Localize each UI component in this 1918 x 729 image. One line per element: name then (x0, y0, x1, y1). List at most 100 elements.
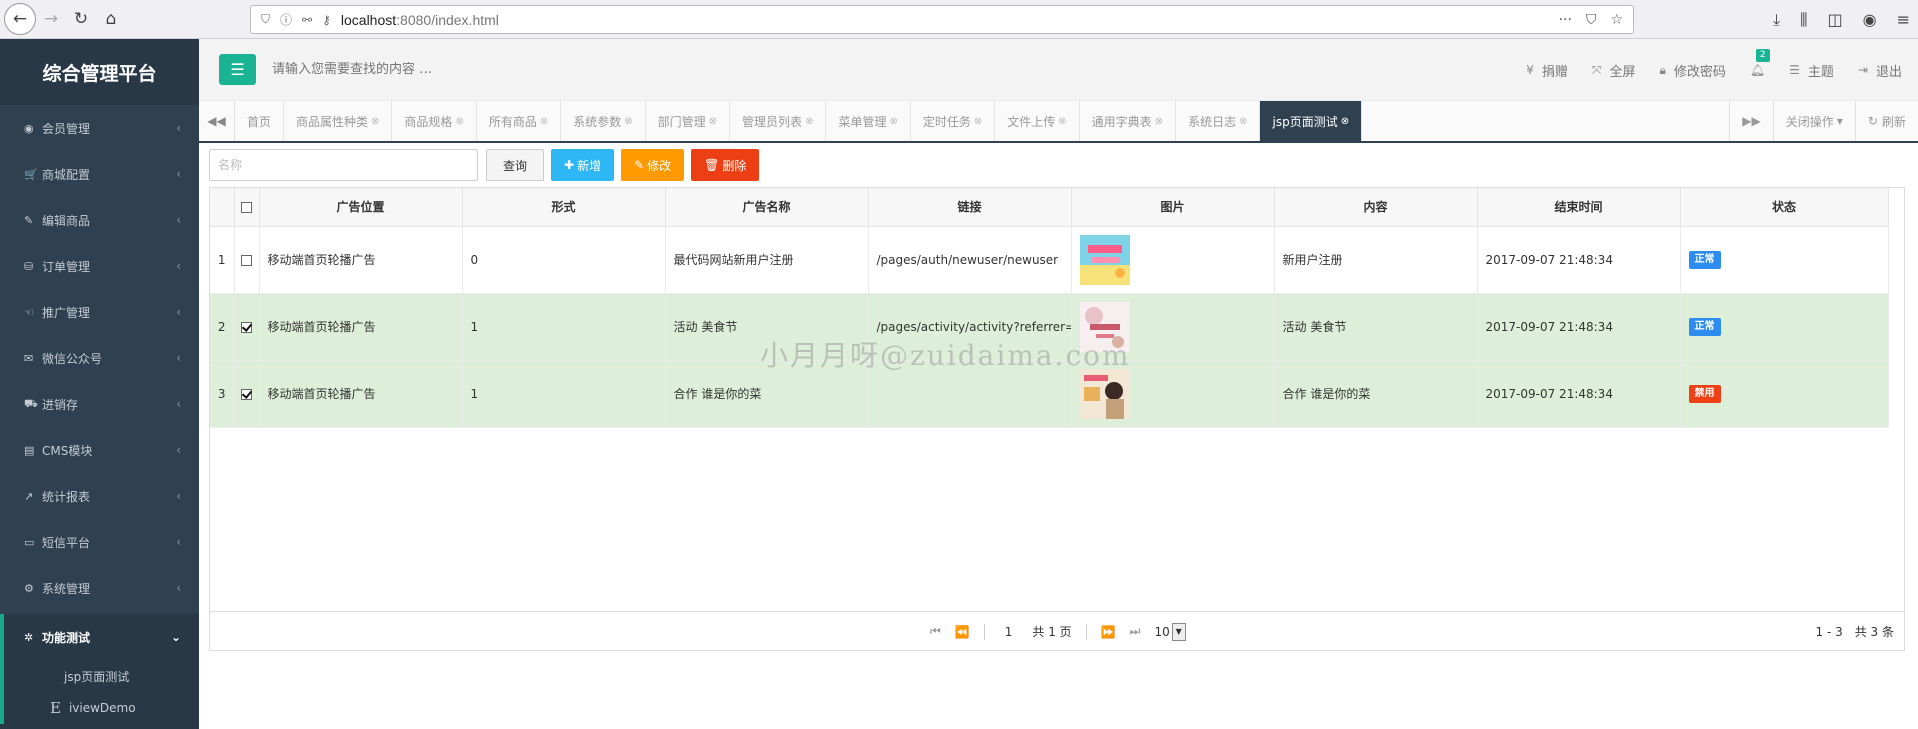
fullscreen-button[interactable]: ⤧ 全屏 (1592, 61, 1636, 80)
page-tab[interactable]: 系统参数 ⊗ (561, 101, 646, 141)
sidebar-item[interactable]: ◉ 会员管理 ‹ (0, 105, 199, 151)
table-row[interactable]: 2 移动端首页轮播广告 1 活动 美食节/pages/activity/activit… (210, 293, 1889, 361)
sidebar-item[interactable]: ⛁ 订单管理 ‹ (0, 243, 199, 289)
page-tab[interactable]: 管理员列表 ⊗ (730, 101, 827, 141)
first-page-icon[interactable]: ⏮ (930, 624, 941, 639)
page-tab[interactable]: 所有商品 ⊗ (477, 101, 562, 141)
column-header[interactable]: 图片 (1071, 188, 1275, 227)
url-text[interactable]: localhost:8080/index.html (341, 12, 499, 28)
sidebar-item[interactable]: ↗ 统计报表 ‹ (0, 473, 199, 519)
close-operations-dropdown[interactable]: 关闭操作 ▼ (1772, 101, 1855, 141)
page-tab[interactable]: 首页 (235, 101, 285, 141)
sidebar-item[interactable]: ▭ 短信平台 ‹ (0, 519, 199, 565)
global-search-input[interactable] (272, 62, 672, 77)
home-icon[interactable]: ⌂ (96, 4, 126, 34)
hamburger-menu-icon[interactable]: ≡ (1897, 10, 1910, 29)
page-tabs-bar: ◀◀ 首页 商品属性种类 ⊗ 商品规格 ⊗ 所有商品 ⊗ 系统参数 ⊗ 部门管理 ⊗ 管理员列表 ⊗ 菜单… (199, 101, 1918, 143)
prev-page-icon[interactable]: ⏪ (955, 625, 970, 639)
row-select-cell[interactable] (234, 293, 260, 361)
query-button[interactable]: 查询 (486, 149, 545, 181)
column-header[interactable]: 链接 (868, 188, 1072, 227)
page-tab[interactable]: 菜单管理 ⊗ (826, 101, 911, 141)
page-tab[interactable]: 部门管理 ⊗ (646, 101, 731, 141)
close-circle-icon[interactable]: ⊗ (1341, 116, 1349, 127)
column-header[interactable]: 内容 (1274, 188, 1478, 227)
tabs-scroll-left-button[interactable]: ◀◀ (199, 101, 235, 141)
select-all-checkbox[interactable] (241, 201, 252, 213)
page-tab[interactable]: 商品规格 ⊗ (392, 101, 477, 141)
name-search-input[interactable] (209, 149, 478, 181)
page-tab[interactable]: 商品属性种类 ⊗ (284, 101, 393, 141)
table-row[interactable]: 1 移动端首页轮播广告 0 最代码网站新用户注册/pages/auth/newuser… (210, 226, 1889, 294)
edit-button[interactable]: ✎ 修改 (621, 149, 685, 181)
change-password-button[interactable]: 🔒︎ 修改密码 (1660, 61, 1726, 80)
page-tab[interactable]: 系统日志 ⊗ (1176, 101, 1261, 141)
row-select-cell[interactable] (234, 226, 260, 294)
theme-button[interactable]: ☰ 主题 (1789, 61, 1834, 80)
row-select-cell[interactable] (234, 360, 260, 428)
more-icon[interactable]: ··· (1559, 12, 1572, 28)
current-page-input[interactable]: 1 (999, 625, 1019, 639)
bookmark-star-icon[interactable]: ☆ (1610, 12, 1623, 28)
close-circle-icon[interactable]: ⊗ (974, 116, 982, 127)
page-tab[interactable]: jsp页面测试 ⊗ (1260, 101, 1363, 141)
sidebar-item[interactable]: ⚙ 系统管理 ‹ (0, 565, 199, 611)
row-checkbox[interactable] (241, 254, 252, 266)
table-row[interactable]: 3 移动端首页轮播广告 1 合作 谁是你的菜 合作 谁是你的菜 2017-09-07 21… (210, 360, 1889, 428)
permissions-icon[interactable]: ⚯ (302, 13, 312, 27)
close-circle-icon[interactable]: ⊗ (889, 116, 897, 127)
close-circle-icon[interactable]: ⊗ (624, 116, 632, 127)
donate-button[interactable]: ¥ 捐赠 (1526, 61, 1568, 80)
sidebar-item-function-test[interactable]: ✲ 功能测试 ⌄ (0, 614, 199, 660)
page-size-select[interactable]: 10 ▼ (1154, 622, 1186, 641)
column-header[interactable]: 状态 (1680, 188, 1889, 227)
close-circle-icon[interactable]: ⊗ (1058, 116, 1066, 127)
sidebar-item[interactable]: ✎ 编辑商品 ‹ (0, 197, 199, 243)
close-circle-icon[interactable]: ⊗ (709, 116, 717, 127)
sidebar-item[interactable]: ☜ 推广管理 ‹ (0, 289, 199, 335)
close-circle-icon[interactable]: ⊗ (455, 116, 463, 127)
library-icon[interactable]: ⫼ (1800, 10, 1807, 30)
gear-icon: ⚙ (24, 581, 34, 595)
close-circle-icon[interactable]: ⊗ (540, 116, 548, 127)
close-circle-icon[interactable]: ⊗ (371, 116, 379, 127)
column-header[interactable]: 广告名称 (665, 188, 869, 227)
reload-icon[interactable]: ↻ (66, 4, 96, 34)
row-checkbox[interactable] (241, 388, 252, 400)
sidebar-item[interactable]: ▤ CMS模块 ‹ (0, 427, 199, 473)
back-icon[interactable]: ← (4, 3, 36, 35)
forward-icon[interactable]: → (36, 4, 66, 34)
pocket-icon[interactable]: ⛉ (1586, 12, 1597, 28)
info-icon[interactable]: ⓘ (280, 11, 292, 28)
sidebar-item[interactable]: ✉ 微信公众号 ‹ (0, 335, 199, 381)
delete-button[interactable]: 🗑︎ 删除 (691, 149, 760, 181)
add-button[interactable]: ✚ 新增 (551, 149, 615, 181)
download-icon[interactable]: ⤓ (1773, 10, 1780, 30)
sidebar-subitem-jsp-test[interactable]: jsp页面测试 (0, 660, 199, 692)
account-icon[interactable]: ◉ (1863, 10, 1877, 29)
refresh-tab-button[interactable]: ↻ 刷新 (1854, 101, 1918, 141)
select-all-header[interactable] (234, 188, 260, 227)
tabs-scroll-right-button[interactable]: ▶▶ (1729, 101, 1772, 141)
last-page-icon[interactable]: ⏭ (1130, 624, 1141, 639)
page-tab[interactable]: 通用字典表 ⊗ (1080, 101, 1177, 141)
sidebar-toggle-icon[interactable]: ◫ (1828, 10, 1843, 29)
row-checkbox[interactable] (241, 321, 252, 333)
close-circle-icon[interactable]: ⊗ (1155, 116, 1163, 127)
column-header[interactable]: 形式 (462, 188, 666, 227)
column-header[interactable]: 广告位置 (259, 188, 463, 227)
page-tab[interactable]: 文件上传 ⊗ (995, 101, 1080, 141)
page-tab[interactable]: 定时任务 ⊗ (911, 101, 996, 141)
sidebar-subitem-iview-demo[interactable]: E iviewDemo (0, 692, 199, 724)
notification-button[interactable]: 🔔︎ 2 (1750, 49, 1770, 77)
close-circle-icon[interactable]: ⊗ (1239, 116, 1247, 127)
address-bar[interactable]: ⛉ ⓘ ⚯ ⚷ localhost:8080/index.html ··· ⛉ … (250, 5, 1634, 34)
next-page-icon[interactable]: ⏩ (1101, 625, 1116, 639)
sidebar-item[interactable]: 🛒 商城配置 ‹ (0, 151, 199, 197)
logout-button[interactable]: ⇥ 退出 (1858, 61, 1902, 80)
ad-table: 广告位置 形式 广告名称 链接 图片 内容 结束时间 状态 1 移动端首页轮播广告 0 最代码网站新… (210, 188, 1889, 428)
close-circle-icon[interactable]: ⊗ (805, 116, 813, 127)
column-header[interactable]: 结束时间 (1477, 188, 1681, 227)
sidebar-item[interactable]: ⛟ 进销存 ‹ (0, 381, 199, 427)
menu-toggle-button[interactable]: ☰ (219, 54, 256, 85)
